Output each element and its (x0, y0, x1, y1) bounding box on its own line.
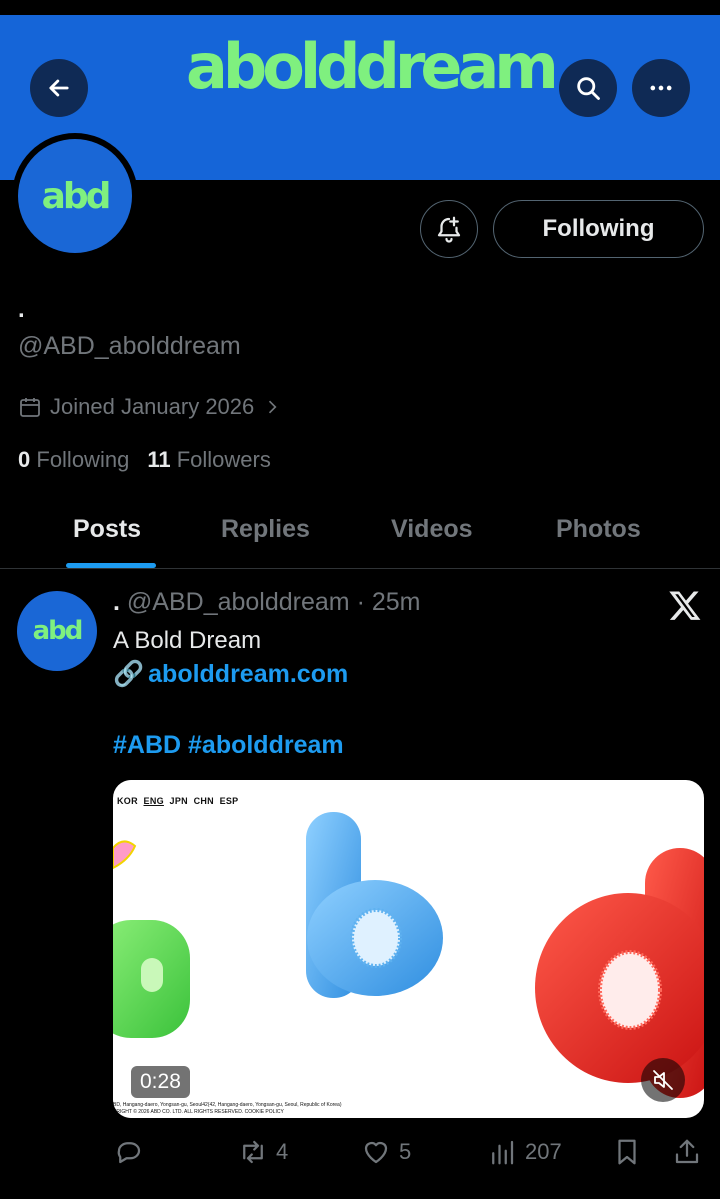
active-tab-indicator (66, 563, 156, 568)
bookmark-icon (618, 1139, 636, 1165)
post-link[interactable]: abolddream.com (148, 660, 348, 689)
calendar-icon (20, 398, 40, 417)
bell-plus-icon (437, 216, 461, 243)
share-icon (675, 1139, 699, 1164)
post-display-name[interactable]: . (113, 588, 120, 616)
post-header: . @ABD_abolddream · 25m (113, 588, 420, 617)
views-action[interactable]: 207 (487, 1137, 562, 1167)
share-action[interactable] (672, 1137, 702, 1167)
like-action[interactable]: 5 (361, 1137, 411, 1167)
following-stat[interactable]: 0 Following (18, 447, 129, 473)
repost-action[interactable]: 4 (238, 1137, 288, 1167)
x-logo-icon (669, 591, 701, 620)
following-button[interactable]: Following (493, 200, 704, 258)
joined-text: Joined January 2026 (50, 394, 255, 419)
profile-tabs: Posts Replies Videos Photos (0, 505, 720, 569)
arrow-left-icon (49, 79, 69, 97)
profile-avatar[interactable]: abd (12, 133, 138, 259)
more-icon (650, 85, 672, 91)
back-button[interactable] (30, 59, 88, 117)
letter-b-shape (306, 812, 443, 998)
tab-posts[interactable]: Posts (73, 515, 141, 544)
repost-count: 4 (276, 1139, 289, 1164)
post-video[interactable]: KOR ENG JPN CHN ESP BD, Hangang-daero, Y… (113, 780, 704, 1118)
display-name: . (18, 296, 25, 323)
post-time: · 25m (356, 588, 421, 616)
post-hashtags[interactable]: #ABD #abolddream (113, 731, 344, 760)
heart-sticker (113, 840, 137, 870)
notify-button[interactable] (420, 200, 478, 258)
post-handle[interactable]: @ABD_abolddream (127, 588, 350, 616)
more-button[interactable] (632, 59, 690, 117)
post-link-line: 🔗 abolddream.com (113, 660, 348, 689)
profile-handle: @ABD_abolddream (18, 332, 241, 360)
profile-avatar-logo: abd (18, 139, 132, 253)
views-bar-chart-icon (492, 1140, 514, 1165)
mute-button[interactable] (641, 1058, 685, 1102)
post-avatar[interactable]: abd (17, 591, 97, 671)
view-count: 207 (525, 1139, 562, 1164)
search-icon (577, 77, 600, 100)
link-emoji: 🔗 (113, 660, 145, 688)
post-actions: 4 5 207 (0, 1131, 720, 1175)
search-button[interactable] (559, 59, 617, 117)
like-count: 5 (399, 1139, 412, 1164)
post-text: A Bold Dream (113, 627, 262, 654)
follow-stats: 0 Following 11 Followers (18, 447, 271, 473)
speaker-muted-icon (653, 1070, 673, 1090)
heart-icon (364, 1141, 388, 1164)
chevron-right-icon (269, 400, 277, 414)
reply-action[interactable] (114, 1137, 152, 1167)
tab-photos[interactable]: Photos (556, 515, 641, 544)
followers-stat[interactable]: 11 Followers (147, 447, 271, 473)
tab-videos[interactable]: Videos (391, 515, 473, 544)
repost-icon (243, 1140, 263, 1164)
joined-date[interactable]: Joined January 2026 (18, 394, 282, 420)
video-duration: 0:28 (131, 1066, 190, 1098)
bookmark-action[interactable] (612, 1137, 642, 1167)
letter-d-shape (535, 848, 704, 1098)
banner-logo: abolddream (186, 30, 559, 103)
media-artwork (113, 812, 704, 1098)
tab-replies[interactable]: Replies (221, 515, 310, 544)
reply-icon (117, 1142, 141, 1164)
letter-a-shape (113, 920, 190, 1038)
media-footer-text: BD, Hangang-daero, Yongsan-gu, Seoul42(4… (113, 1102, 342, 1115)
